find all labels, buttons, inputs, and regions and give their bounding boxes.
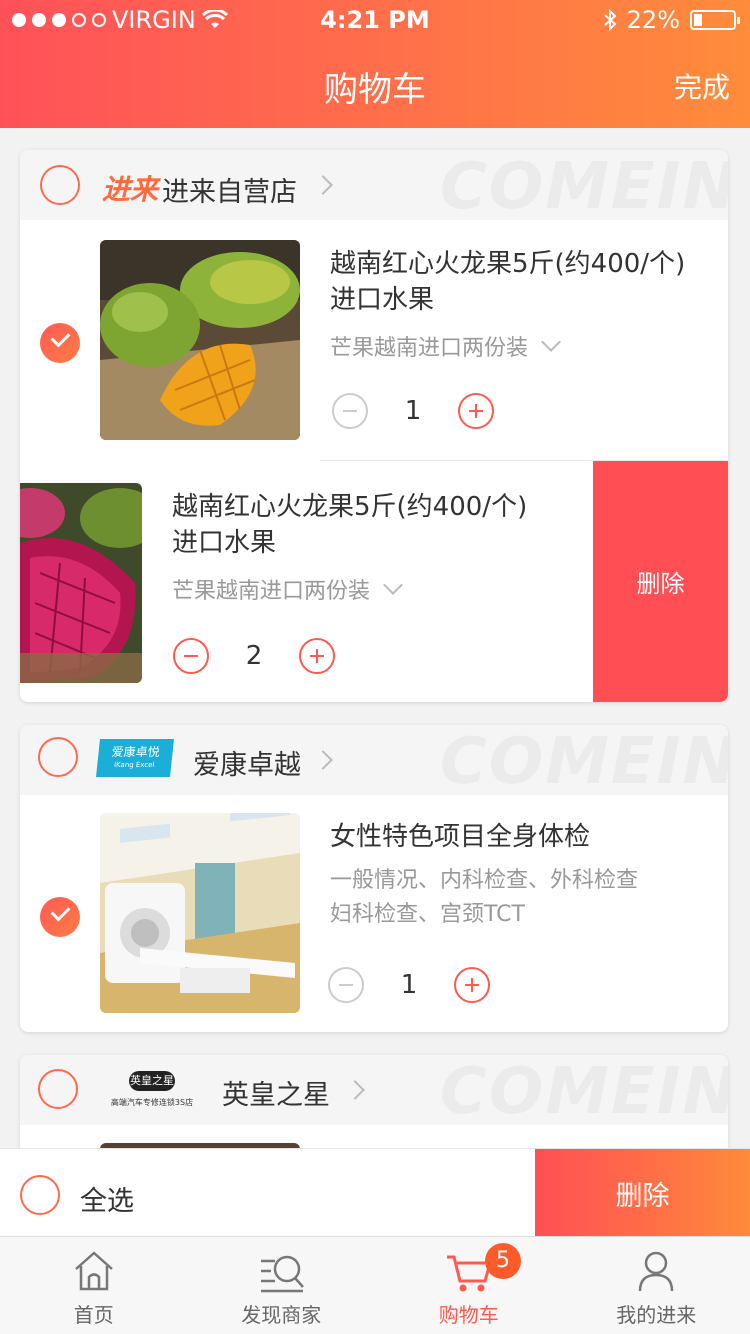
item-desc-line: 妇科检查、宫颈TCT <box>330 902 525 927</box>
select-all-checkbox[interactable] <box>20 1175 60 1215</box>
item-spec-text: 芒果越南进口两份装 <box>330 336 529 361</box>
store-logo-text: 爱康卓悦 <box>110 745 161 759</box>
profile-icon <box>639 1251 674 1292</box>
chevron-right-icon[interactable] <box>313 750 333 770</box>
store-select-checkbox[interactable] <box>38 737 78 777</box>
tab-cart[interactable]: 5 购物车 <box>375 1237 563 1334</box>
quantity-stepper: 1 <box>332 393 494 429</box>
store-card: COMEIN 爱康卓悦 iKang Excel 爱康卓越 女性特色项目全身体检 … <box>20 725 728 1032</box>
quantity-value[interactable]: 1 <box>364 970 454 1000</box>
status-right: 22% <box>603 6 740 34</box>
watermark: COMEIN <box>440 725 728 799</box>
home-icon <box>74 1251 113 1291</box>
dragonfruit-photo[interactable] <box>20 483 142 683</box>
tab-home[interactable]: 首页 <box>0 1237 188 1334</box>
decrease-button[interactable] <box>328 967 364 1003</box>
item-spec-select[interactable]: 芒果越南进口两份装 <box>172 573 403 605</box>
store-card: COMEIN 进来 进来自营店 越南红心火龙果5斤(约400/个) 进口水果 芒… <box>20 150 728 702</box>
item-title[interactable]: 女性特色项目全身体检 <box>330 819 590 855</box>
battery-percent: 22% <box>626 6 680 34</box>
tab-bar: 首页 发现商家 5 购物车 我的进来 <box>0 1236 750 1334</box>
page-title: 购物车 <box>324 70 426 110</box>
store-logo-text: 英皇之星 <box>129 1071 175 1091</box>
item-title[interactable]: 越南红心火龙果5斤(约400/个) 进口水果 <box>172 489 527 561</box>
store-header: COMEIN 进来 进来自营店 <box>20 150 728 224</box>
battery-icon <box>690 10 740 30</box>
store-name[interactable]: 爱康卓越 <box>193 743 301 782</box>
cart-badge: 5 <box>485 1243 521 1279</box>
quantity-value[interactable]: 2 <box>209 641 299 671</box>
store-name[interactable]: 进来自营店 <box>162 170 297 209</box>
quantity-stepper: 1 <box>328 967 490 1003</box>
item-desc-line: 一般情况、内科检查、外科检查 <box>330 868 639 893</box>
store-logo: 进来 <box>102 173 159 206</box>
tab-discover[interactable]: 发现商家 <box>188 1237 376 1334</box>
discover-icon <box>261 1255 305 1293</box>
store-logo-subtext: iKang Excel <box>113 761 155 769</box>
item-title-line: 进口水果 <box>172 528 277 558</box>
cart-action-bar: 全选 删除 <box>0 1148 750 1237</box>
tab-label: 发现商家 <box>241 1303 322 1327</box>
item-title[interactable]: 越南红心火龙果5斤(约400/个) 进口水果 <box>330 246 685 318</box>
item-spec-text: 芒果越南进口两份装 <box>172 579 371 604</box>
quantity-stepper: 2 <box>173 638 335 674</box>
item-spec-select[interactable]: 芒果越南进口两份装 <box>330 330 561 362</box>
item-title-line: 越南红心火龙果5斤(约400/个) <box>330 249 686 279</box>
increase-button[interactable] <box>454 967 490 1003</box>
item-checkbox[interactable] <box>40 323 80 363</box>
decrease-button[interactable] <box>173 638 209 674</box>
ct-scanner-photo[interactable] <box>100 813 300 1013</box>
store-header: COMEIN 英皇之星 高端汽车专修连锁3S店 英皇之星 <box>20 1055 728 1129</box>
item-title-line: 越南红心火龙果5斤(约400/个) <box>172 492 528 522</box>
increase-button[interactable] <box>299 638 335 674</box>
item-checkbox[interactable] <box>40 897 80 937</box>
delete-selected-button[interactable]: 删除 <box>535 1149 750 1237</box>
item-title-line: 进口水果 <box>330 285 435 315</box>
chevron-right-icon[interactable] <box>313 175 333 195</box>
item-description: 一般情况、内科检查、外科检查 妇科检查、宫颈TCT <box>330 864 638 932</box>
mango-photo[interactable] <box>100 240 300 440</box>
tab-label: 我的进来 <box>616 1303 697 1327</box>
store-select-checkbox[interactable] <box>40 165 80 205</box>
watermark: COMEIN <box>440 1055 728 1129</box>
store-logo: 英皇之星 高端汽车专修连锁3S店 <box>104 1063 200 1117</box>
increase-button[interactable] <box>458 393 494 429</box>
store-name[interactable]: 英皇之星 <box>222 1073 330 1112</box>
store-logo-subtext: 高端汽车专修连锁3S店 <box>110 1098 194 1107</box>
app-header: VIRGIN 4:21 PM 22% 购物车 完成 <box>0 0 750 128</box>
bluetooth-icon <box>603 8 617 32</box>
done-button[interactable]: 完成 <box>674 66 730 106</box>
status-bar: VIRGIN 4:21 PM 22% <box>0 0 750 40</box>
select-all-label[interactable]: 全选 <box>80 1179 134 1218</box>
tab-label: 购物车 <box>438 1303 499 1327</box>
decrease-button[interactable] <box>332 393 368 429</box>
chevron-down-icon <box>383 575 403 595</box>
chevron-down-icon <box>541 332 561 352</box>
tab-profile[interactable]: 我的进来 <box>563 1237 750 1334</box>
tab-label: 首页 <box>73 1303 114 1327</box>
store-header: COMEIN 爱康卓悦 iKang Excel 爱康卓越 <box>20 725 728 799</box>
quantity-value[interactable]: 1 <box>368 396 458 426</box>
swipe-delete-button[interactable]: 删除 <box>593 461 728 702</box>
chevron-right-icon[interactable] <box>345 1080 365 1100</box>
store-logo: 爱康卓悦 iKang Excel <box>96 739 174 777</box>
watermark: COMEIN <box>440 150 728 224</box>
store-select-checkbox[interactable] <box>38 1069 78 1109</box>
